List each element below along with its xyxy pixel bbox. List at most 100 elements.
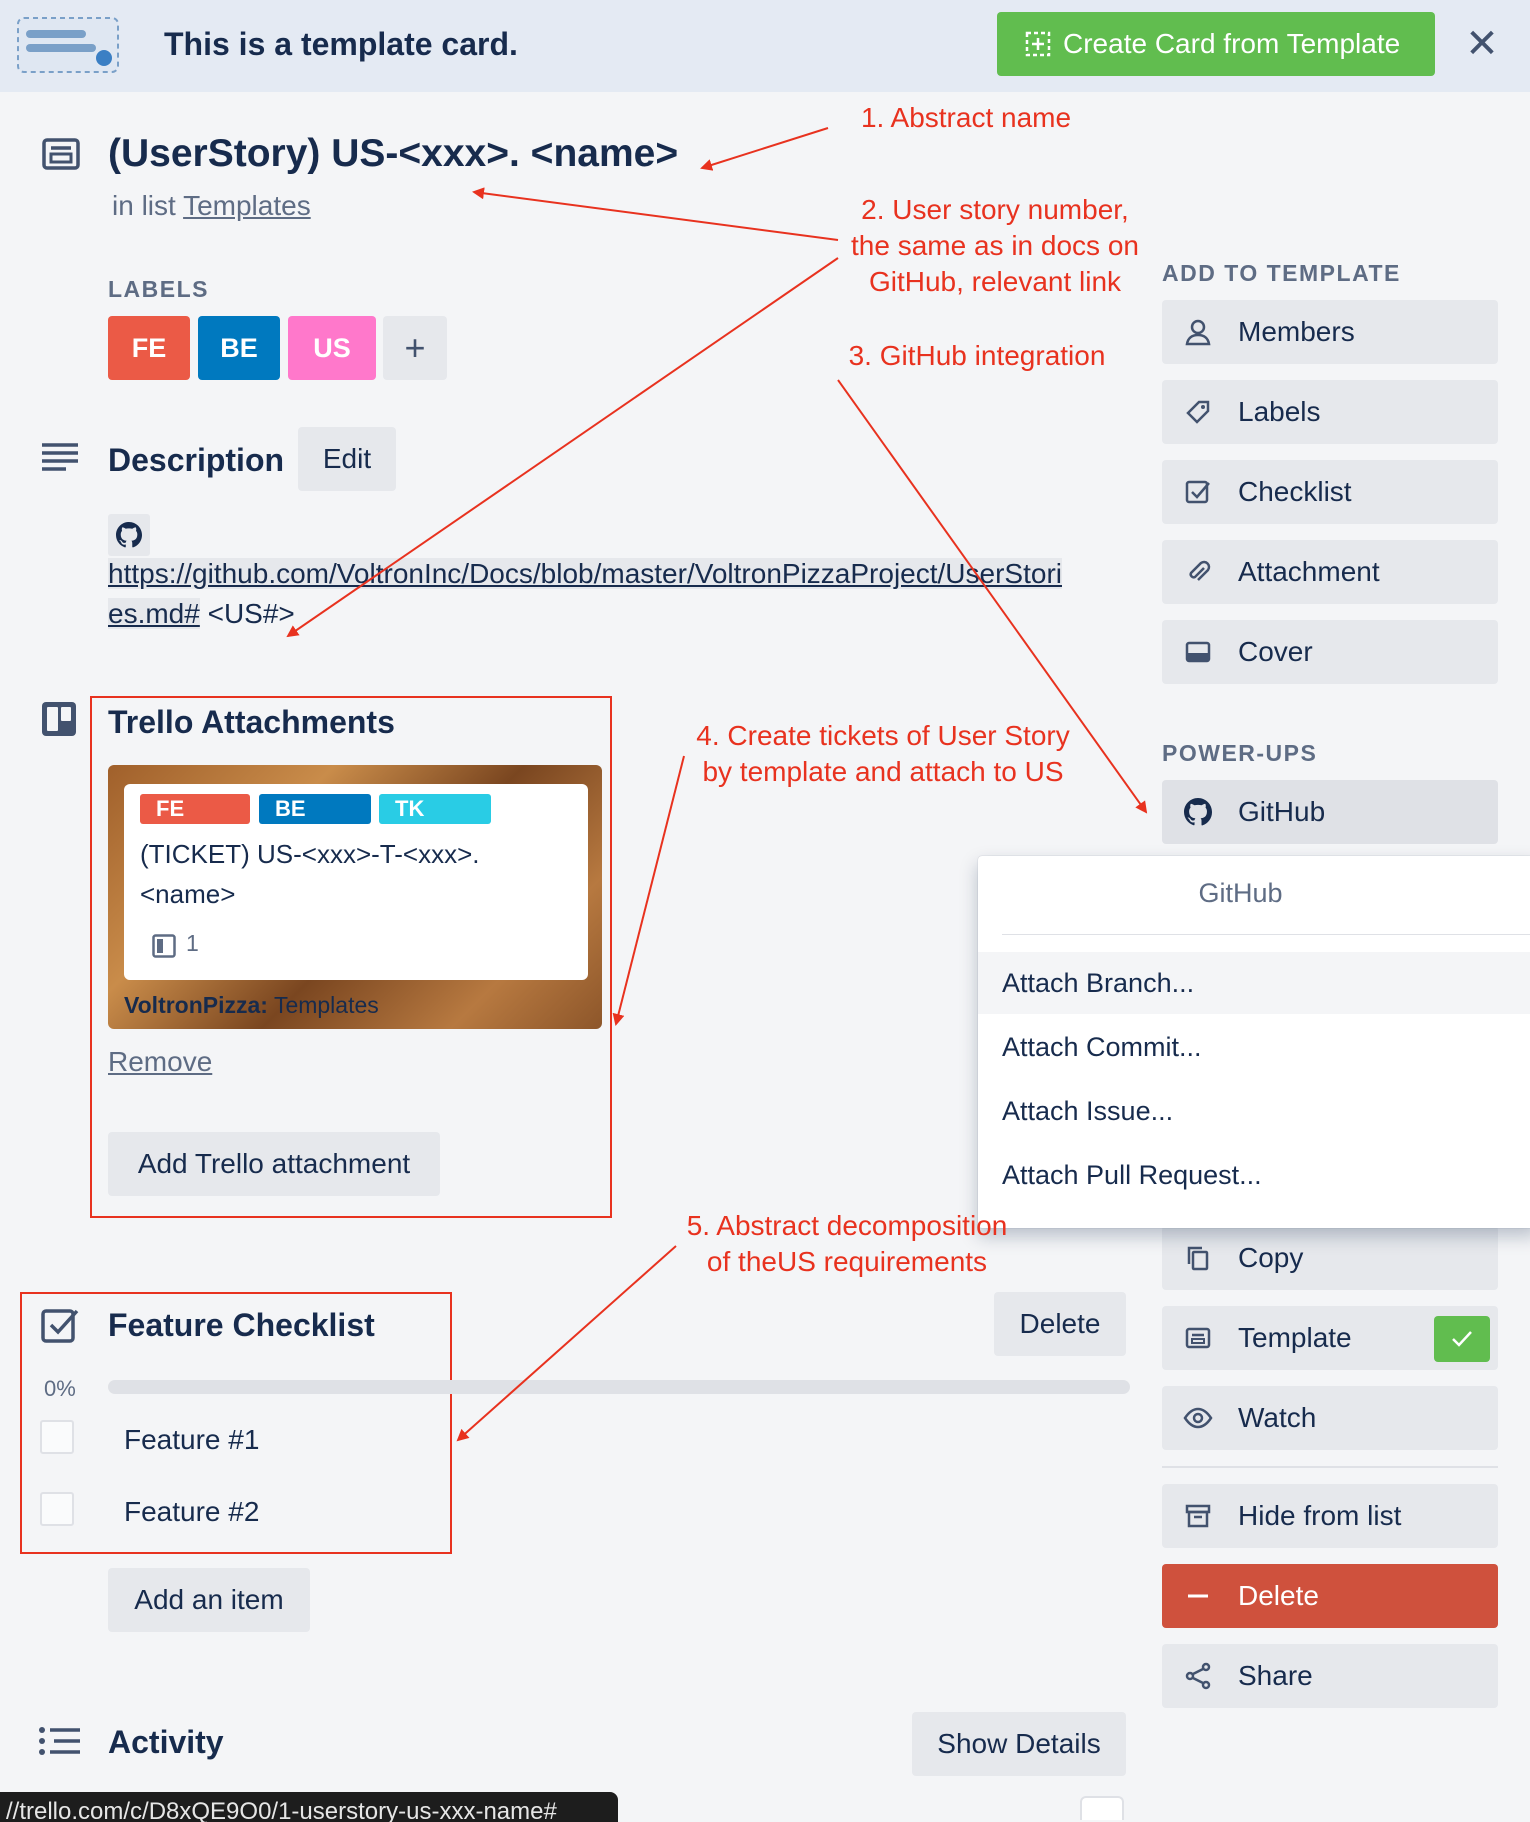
labels-button[interactable]: Labels (1162, 380, 1498, 444)
attachment-label: Attachment (1238, 556, 1380, 587)
template-banner-title: This is a template card. (164, 26, 518, 62)
labels-label: Labels (1238, 396, 1321, 427)
feature-checklist-heading: Feature Checklist (108, 1307, 375, 1343)
attached-card-label-tk: TK (379, 794, 491, 824)
add-checklist-item-button[interactable]: Add an item (108, 1568, 310, 1632)
github-powerup-button[interactable]: GitHub (1162, 780, 1498, 844)
label-be[interactable]: BE (198, 316, 280, 380)
annotation-4: 4. Create tickets of User Story by templ… (676, 718, 1090, 790)
github-logo-box (108, 514, 150, 556)
attach-pull-request-item[interactable]: Attach Pull Request... (978, 1144, 1530, 1206)
attached-card-board: VoltronPizza: Templates (124, 992, 379, 1019)
annotation-3: 3. GitHub integration (848, 340, 1106, 371)
copy-label: Copy (1238, 1242, 1304, 1273)
description-heading: Description (108, 442, 285, 478)
docs-link-line2[interactable]: es.md# (108, 598, 200, 629)
create-card-from-template-button[interactable]: Create Card from Template (997, 12, 1435, 76)
attached-board-name: VoltronPizza: (124, 992, 268, 1018)
in-list-prefix: in list (112, 190, 184, 221)
trello-attachments-heading: Trello Attachments (108, 704, 395, 740)
description-suffix: <US#> (199, 598, 295, 629)
template-icon (1185, 1327, 1211, 1349)
annotation-2-line3: GitHub, relevant link (868, 266, 1122, 297)
share-icon (1185, 1662, 1211, 1690)
template-label: Template (1238, 1322, 1352, 1353)
create-card-label: Create Card from Template (1063, 28, 1401, 59)
watch-button[interactable]: Watch (1162, 1386, 1498, 1450)
annotation-1: 1. Abstract name (860, 102, 1072, 133)
cover-label: Cover (1238, 636, 1313, 667)
add-trello-attachment-button[interactable]: Add Trello attachment (108, 1132, 440, 1196)
checklist-icon (41, 1309, 79, 1343)
github-popover-divider (1002, 934, 1530, 935)
add-card-icon (1025, 31, 1051, 57)
cover-button[interactable]: Cover (1162, 620, 1498, 684)
checklist-percent: 0% (44, 1376, 76, 1401)
card-icon (42, 138, 80, 170)
github-label: GitHub (1238, 796, 1326, 827)
annotation-2-line2: the same as in docs on (851, 230, 1139, 261)
eye-icon (1183, 1407, 1213, 1429)
share-label: Share (1238, 1660, 1313, 1691)
delete-checklist-button[interactable]: Delete (994, 1292, 1126, 1356)
archive-icon (1185, 1504, 1211, 1528)
attached-card-count: 1 (186, 930, 199, 956)
github-popover-title: GitHub (1198, 878, 1283, 908)
sidebar-divider (1162, 1466, 1498, 1468)
attach-commit-item[interactable]: Attach Commit... (978, 1016, 1530, 1078)
checklist-item-label[interactable]: Feature #2 (124, 1496, 259, 1528)
members-label: Members (1238, 316, 1355, 347)
activity-heading: Activity (108, 1724, 224, 1760)
github-popover: GitHub Attach Branch... Attach Commit...… (978, 856, 1530, 1228)
card-list-info: in list Templates (112, 190, 311, 222)
members-button[interactable]: Members (1162, 300, 1498, 364)
label-fe[interactable]: FE (108, 316, 190, 380)
template-button[interactable]: Template (1162, 1306, 1498, 1370)
close-icon[interactable]: ✕ (1460, 22, 1504, 66)
annotation-4-line2: by template and attach to US (702, 756, 1064, 787)
description-text: https://github.com/VoltronInc/Docs/blob/… (108, 554, 1118, 634)
checklist-item-label[interactable]: Feature #1 (124, 1424, 259, 1456)
annotation-4-line1: 4. Create tickets of User Story (696, 720, 1070, 751)
edit-description-button[interactable]: Edit (298, 427, 396, 491)
copy-icon (1187, 1246, 1209, 1271)
annotation-5-line2: of theUS requirements (706, 1246, 988, 1277)
attached-card-title: (TICKET) US-<xxx>-T-<xxx>. <name> (140, 839, 480, 909)
copy-button[interactable]: Copy (1162, 1226, 1498, 1290)
status-bar-url: //trello.com/c/D8xQE9O0/1-userstory-us-x… (0, 1792, 618, 1822)
show-details-button[interactable]: Show Details (912, 1712, 1126, 1776)
github-icon (1184, 798, 1212, 826)
delete-card-button[interactable]: Delete (1162, 1564, 1498, 1628)
docs-link-line1[interactable]: https://github.com/VoltronInc/Docs/blob/… (108, 558, 1062, 589)
card-title[interactable]: (UserStory) US-<xxx>. <name> (108, 132, 678, 176)
delete-card-label: Delete (1238, 1580, 1319, 1611)
attached-card-label-be: BE (259, 794, 371, 824)
paperclip-icon (1189, 560, 1211, 581)
remove-attachment-link[interactable]: Remove (108, 1046, 212, 1078)
description-icon (42, 443, 78, 471)
github-icon (116, 522, 142, 548)
watch-label: Watch (1238, 1402, 1317, 1433)
tag-icon (1186, 400, 1210, 424)
attachment-button[interactable]: Attachment (1162, 540, 1498, 604)
checklist-progress-bar (108, 1380, 1130, 1394)
checklist-item-checkbox[interactable] (40, 1420, 74, 1454)
add-to-template-heading: ADD TO TEMPLATE (1162, 260, 1401, 286)
share-button[interactable]: Share (1162, 1644, 1498, 1708)
minus-icon (1188, 1594, 1208, 1598)
label-us[interactable]: US (288, 316, 376, 380)
attach-issue-item[interactable]: Attach Issue... (978, 1080, 1530, 1142)
annotation-5: 5. Abstract decomposition of theUS requi… (664, 1208, 1030, 1280)
annotation-2-line1: 2. User story number, (861, 194, 1129, 225)
checklist-button[interactable]: Checklist (1162, 460, 1498, 524)
checkbox-icon (1185, 480, 1210, 504)
add-label-button[interactable]: + (383, 316, 447, 380)
checklist-item-checkbox[interactable] (40, 1492, 74, 1526)
template-card-icon (17, 17, 119, 73)
template-banner: This is a template card. Create Card fro… (0, 0, 1530, 92)
annotation-2: 2. User story number, the same as in doc… (834, 192, 1156, 300)
attach-branch-item[interactable]: Attach Branch... (978, 952, 1530, 1014)
hide-from-list-button[interactable]: Hide from list (1162, 1484, 1498, 1548)
list-link[interactable]: Templates (183, 190, 311, 221)
hide-from-list-label: Hide from list (1238, 1500, 1402, 1531)
